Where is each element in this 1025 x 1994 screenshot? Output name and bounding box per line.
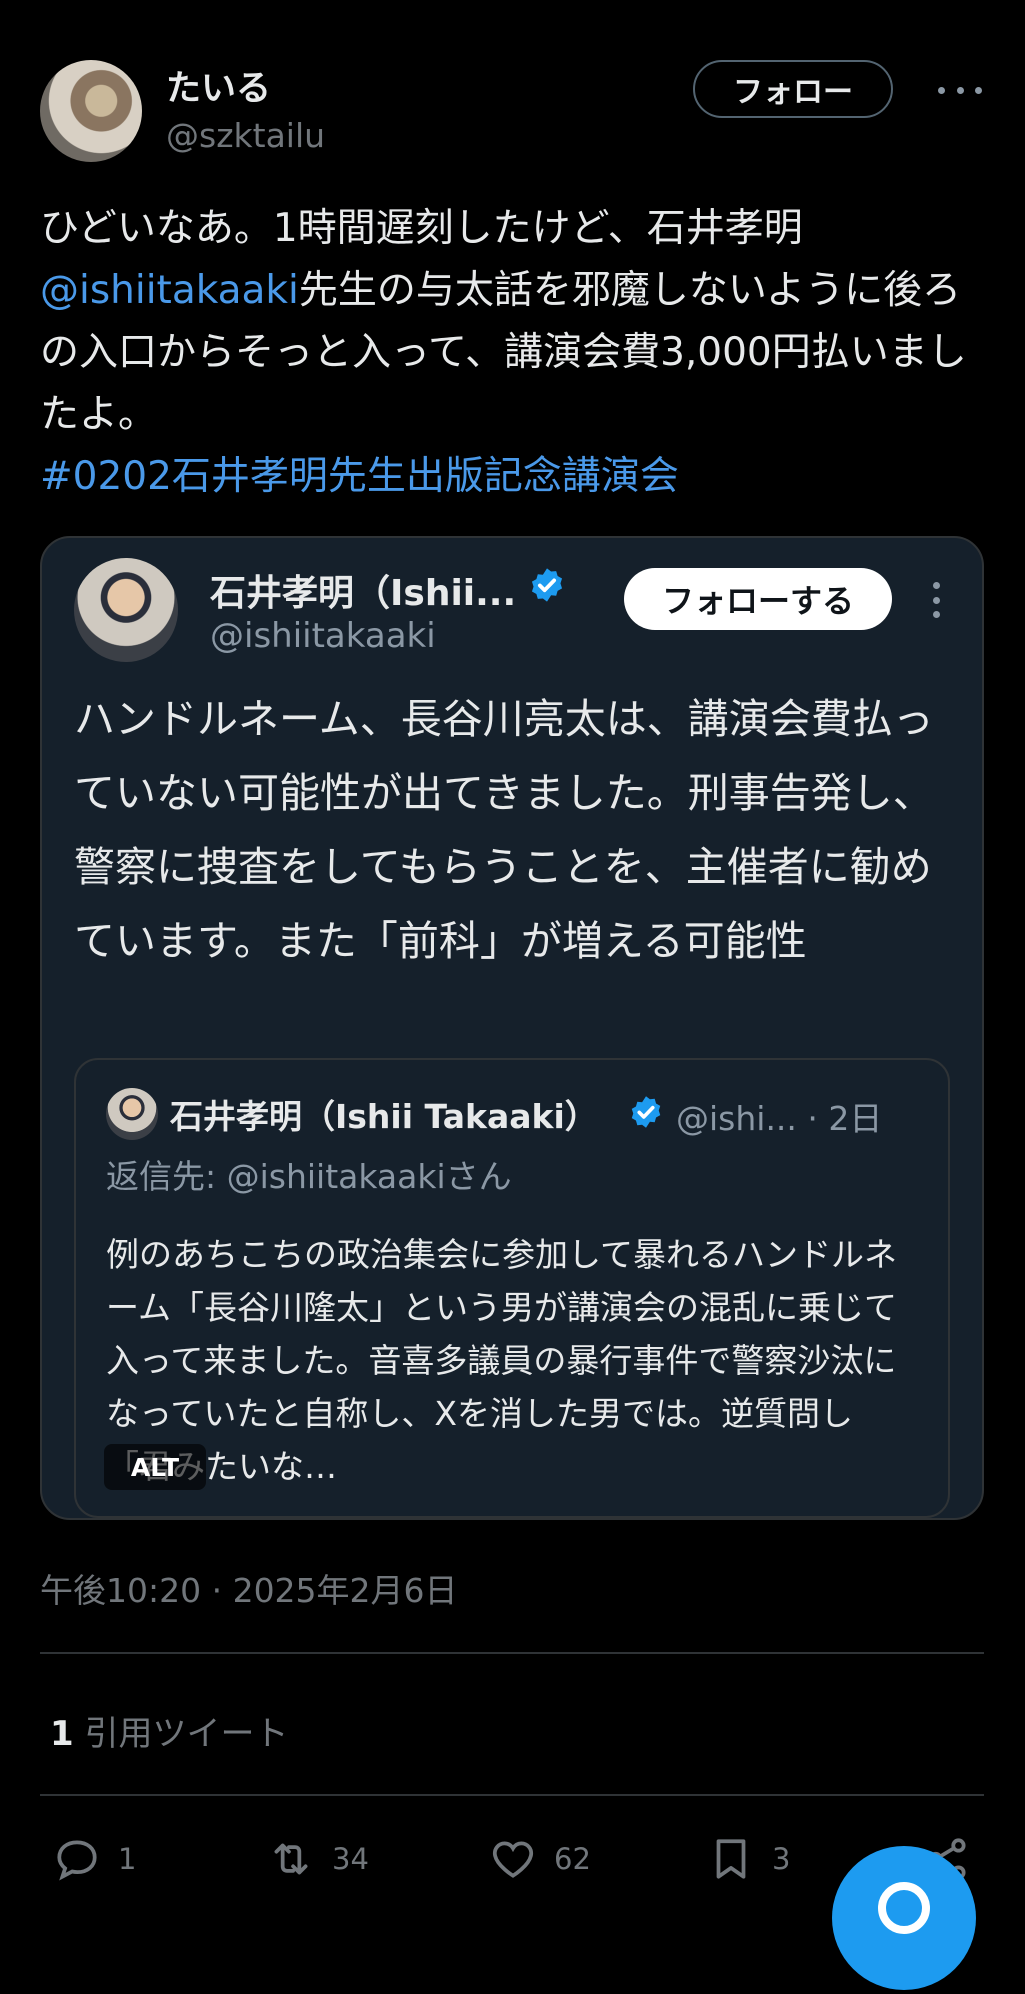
- like-count: 62: [554, 1842, 591, 1876]
- quoted-more-options-icon[interactable]: [930, 582, 942, 618]
- reply-icon: [57, 1840, 97, 1881]
- retweet-icon: [274, 1843, 308, 1875]
- like-button[interactable]: 62: [488, 1834, 591, 1884]
- hashtag-link[interactable]: #0202石井孝明先生出版記念講演会: [40, 454, 679, 499]
- quote-count[interactable]: 1 引用ツイート: [50, 1706, 288, 1755]
- more-options-icon[interactable]: [938, 72, 982, 108]
- alt-badge[interactable]: ALT: [104, 1444, 206, 1490]
- quoted-tweet-text: ハンドルネーム、長谷川亮太は、講演会費払っていない可能性が出てきました。刑事告発…: [74, 695, 934, 965]
- retweet-count: 34: [332, 1842, 369, 1876]
- author-handle[interactable]: @szktailu: [166, 116, 325, 155]
- quote-count-number: 1: [50, 1714, 74, 1754]
- reply-button[interactable]: 1: [52, 1834, 136, 1884]
- author-name[interactable]: たいる: [166, 60, 271, 111]
- quoted-follow-button[interactable]: フォローする: [624, 568, 892, 630]
- divider: [40, 1652, 984, 1654]
- bookmark-count: 3: [772, 1842, 791, 1876]
- quoted-author-avatar[interactable]: [74, 558, 178, 662]
- bookmark-icon: [716, 1839, 746, 1879]
- retweet-button[interactable]: 34: [266, 1834, 369, 1884]
- quote-count-label: 引用ツイート: [84, 1714, 289, 1754]
- heart-icon: [492, 1841, 534, 1878]
- verified-badge-icon: [631, 1096, 661, 1128]
- tweet-text: ひどいなあ。1時間遅刻したけど、石井孝明 @ishiitakaaki先生の与太話…: [40, 198, 1000, 508]
- floating-action-button[interactable]: [832, 1846, 976, 1990]
- mention-link[interactable]: @ishiitakaaki: [40, 268, 299, 313]
- nested-author-name: 石井孝明（Ishii Takaaki）: [170, 1097, 598, 1136]
- quoted-author-name[interactable]: 石井孝明（Ishii...: [210, 564, 516, 616]
- tweet-text-part1: ひどいなあ。1時間遅刻したけど、石井孝明: [40, 206, 803, 251]
- verified-badge-icon: [531, 568, 563, 602]
- search-icon: [878, 1882, 930, 1934]
- nested-author-avatar: [106, 1088, 158, 1140]
- nested-reply-to: 返信先: @ishiitakaakiさん: [106, 1157, 512, 1196]
- author-avatar[interactable]: [40, 60, 142, 162]
- tweet-timestamp[interactable]: 午後10:20 · 2025年2月6日: [40, 1564, 458, 1612]
- follow-button[interactable]: フォロー: [693, 60, 893, 118]
- nested-author-handle-time: @ishi... · 2日: [676, 1099, 883, 1138]
- nested-tweet-text: 例のあちこちの政治集会に参加して暴れるハンドルネーム「長谷川隆太」という男が講演…: [106, 1235, 898, 1486]
- divider: [40, 1794, 984, 1796]
- quoted-author-handle[interactable]: @ishiitakaaki: [210, 616, 436, 656]
- reply-count: 1: [118, 1842, 137, 1876]
- bookmark-button[interactable]: 3: [706, 1834, 790, 1884]
- nested-quoted-tweet[interactable]: 石井孝明（Ishii Takaaki） @ishi... · 2日 返信先: @…: [74, 1058, 950, 1518]
- quoted-tweet-card[interactable]: 石井孝明（Ishii... @ishiitakaaki フォローする ハンドルネ…: [40, 536, 984, 1520]
